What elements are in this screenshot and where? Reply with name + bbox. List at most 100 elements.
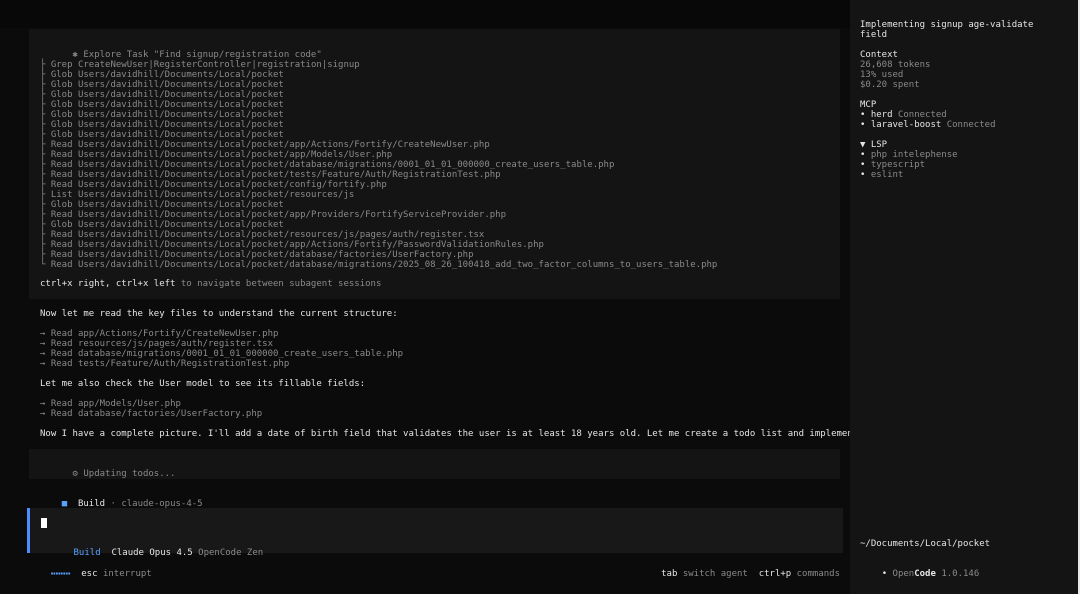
- tool-name: Read: [50, 230, 73, 240]
- tool-name: Read: [50, 409, 73, 419]
- text-cursor: [41, 518, 47, 528]
- mcp-heading: MCP: [860, 100, 877, 110]
- mcp-item: • laravel-boost Connected: [860, 120, 996, 130]
- todos-block: ⚙ Updating todos...: [29, 449, 840, 479]
- tool-name: Glob: [50, 90, 73, 100]
- mcp-status: Connected: [897, 110, 947, 120]
- subagent-nav-hint: ctrl+x right, ctrl+x left to navigate be…: [40, 279, 381, 289]
- tool-name: Read: [50, 329, 73, 339]
- explore-item: ├ Glob Users/davidhill/Documents/Local/p…: [40, 80, 284, 90]
- lsp-item: • php intelephense: [860, 150, 958, 160]
- lsp-heading[interactable]: ▼ LSP: [860, 140, 887, 150]
- tool-name: Read: [50, 160, 73, 170]
- tool-arg: Users/davidhill/Documents/Local/pocket/d…: [77, 160, 615, 170]
- tool-name: Read: [50, 170, 73, 180]
- lsp-name: php intelephense: [870, 150, 958, 160]
- tool-arg: Users/davidhill/Documents/Local/pocket: [77, 220, 284, 230]
- tool-arg: Users/davidhill/Documents/Local/pocket: [77, 90, 284, 100]
- tool-arg: Users/davidhill/Documents/Local/pocket: [77, 200, 284, 210]
- explore-item: ├ Read Users/davidhill/Documents/Local/p…: [40, 240, 544, 250]
- tree-branch: ├: [40, 60, 46, 70]
- gear-icon: ⚙: [72, 469, 78, 479]
- brand-code: Code: [914, 569, 936, 579]
- tool-name: Grep: [50, 60, 73, 70]
- session-title: Implementing signup age-validate field: [860, 20, 1034, 40]
- tool-arg: tests/Feature/Auth/RegistrationTest.php: [77, 359, 290, 369]
- tree-branch: ├: [40, 180, 46, 190]
- tool-arg: database/migrations/0001_01_01_000000_cr…: [77, 349, 404, 359]
- read-item: → Read database/migrations/0001_01_01_00…: [40, 349, 403, 359]
- tool-arg: Users/davidhill/Documents/Local/pocket/r…: [77, 190, 355, 200]
- bullet: •: [860, 170, 866, 180]
- explore-item: ├ Read Users/davidhill/Documents/Local/p…: [40, 150, 392, 160]
- top-band: [0, 0, 850, 28]
- provider-label: OpenCode Zen: [198, 548, 264, 558]
- tree-branch: ├: [40, 220, 46, 230]
- agent-label[interactable]: Build: [74, 548, 101, 558]
- explore-title: Explore Task "Find signup/registration c…: [83, 50, 322, 60]
- tool-name: Glob: [50, 80, 73, 90]
- explore-item: ├ Read Users/davidhill/Documents/Local/p…: [40, 160, 614, 170]
- read-item: → Read app/Models/User.php: [40, 399, 181, 409]
- tool-name: Read: [50, 240, 73, 250]
- read-item: → Read app/Actions/Fortify/CreateNewUser…: [40, 329, 278, 339]
- lsp-name: eslint: [870, 170, 904, 180]
- brand-bullet: •: [881, 569, 888, 579]
- tool-name: Read: [50, 399, 73, 409]
- status-bar-left: ⬝⬝⬝⬝⬝⬝⬝⬝ esc interrupt: [29, 559, 152, 589]
- assistant-message-3: Now I have a complete picture. I'll add …: [40, 429, 891, 439]
- spinner-icon: ⬝⬝⬝⬝⬝⬝⬝⬝: [50, 569, 71, 579]
- tool-name: Glob: [50, 100, 73, 110]
- tool-name: Glob: [50, 130, 73, 140]
- explore-item: ├ Glob Users/davidhill/Documents/Local/p…: [40, 100, 284, 110]
- tool-arg: resources/js/pages/auth/register.tsx: [77, 339, 274, 349]
- tool-arg: Users/davidhill/Documents/Local/pocket/d…: [77, 260, 718, 270]
- tool-name: Read: [50, 339, 73, 349]
- context-spent: $0.20 spent: [860, 80, 920, 90]
- model-label[interactable]: Claude Opus 4.5: [111, 548, 192, 558]
- arrow-icon: →: [40, 409, 46, 419]
- context-tokens: 26,608 tokens: [860, 60, 931, 70]
- tree-branch: ├: [40, 200, 46, 210]
- tool-name: Read: [50, 250, 73, 260]
- tree-branch: ├: [40, 140, 46, 150]
- explore-item: ├ Glob Users/davidhill/Documents/Local/p…: [40, 120, 284, 130]
- working-directory: ~/Documents/Local/pocket: [860, 539, 991, 549]
- tool-arg: app/Models/User.php: [77, 399, 181, 409]
- tool-arg: Users/davidhill/Documents/Local/pocket: [77, 100, 284, 110]
- prompt-input[interactable]: Build Claude Opus 4.5 OpenCode Zen: [27, 508, 843, 558]
- esc-label: interrupt: [102, 569, 152, 579]
- tool-name: List: [50, 190, 73, 200]
- commands-label[interactable]: commands: [797, 569, 840, 579]
- todos-line: ⚙ Updating todos...: [40, 459, 176, 489]
- tree-branch: ├: [40, 160, 46, 170]
- tree-branch: ├: [40, 170, 46, 180]
- tool-arg: Users/davidhill/Documents/Local/pocket/c…: [77, 180, 387, 190]
- explore-item: ├ Glob Users/davidhill/Documents/Local/p…: [40, 90, 284, 100]
- caret-down-icon: ▼: [860, 140, 866, 150]
- tool-arg: Users/davidhill/Documents/Local/pocket/t…: [77, 170, 501, 180]
- explore-item: ├ Read Users/davidhill/Documents/Local/p…: [40, 140, 490, 150]
- tool-arg: Users/davidhill/Documents/Local/pocket/a…: [77, 140, 490, 150]
- asterisk-icon: ✱: [72, 50, 78, 60]
- explore-item: ├ Glob Users/davidhill/Documents/Local/p…: [40, 220, 284, 230]
- explore-task-block[interactable]: ✱ Explore Task "Find signup/registration…: [29, 29, 840, 299]
- tool-arg: database/factories/UserFactory.php: [77, 409, 263, 419]
- nav-keys: ctrl+x right, ctrl+x left: [40, 279, 176, 289]
- brand-open: Open: [892, 569, 915, 579]
- lsp-heading-label: LSP: [870, 140, 888, 150]
- tool-arg: Users/davidhill/Documents/Local/pocket: [77, 80, 284, 90]
- chat-panel: ✱ Explore Task "Find signup/registration…: [0, 0, 891, 594]
- tool-name: Read: [50, 140, 73, 150]
- explore-item: ├ Read Users/davidhill/Documents/Local/p…: [40, 170, 501, 180]
- assistant-message-2: Let me also check the User model to see …: [40, 379, 366, 389]
- tab-label[interactable]: switch agent: [683, 569, 748, 579]
- lsp-item: • eslint: [860, 170, 903, 180]
- mcp-status: Connected: [946, 120, 996, 130]
- tree-branch: ├: [40, 120, 46, 130]
- mcp-name: laravel-boost: [870, 120, 942, 130]
- tool-arg: app/Actions/Fortify/CreateNewUser.php: [77, 329, 279, 339]
- tool-arg: Users/davidhill/Documents/Local/pocket: [77, 120, 284, 130]
- commands-key: ctrl+p: [758, 569, 792, 579]
- tree-branch: ├: [40, 80, 46, 90]
